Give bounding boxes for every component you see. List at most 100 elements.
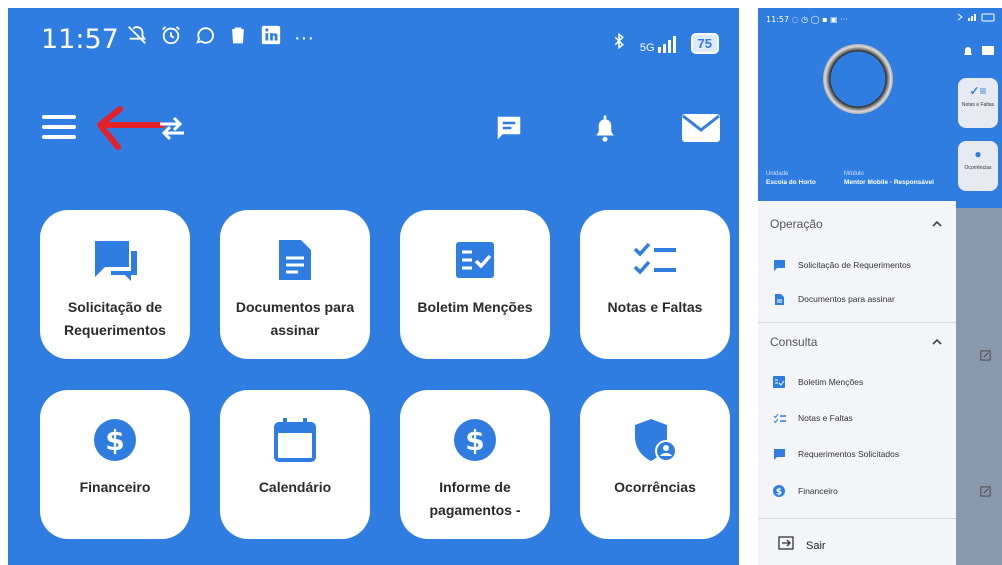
menu-item-documentos-assinar[interactable]: Documentos para assinar [758, 287, 956, 311]
card-label: Ocorrências [614, 479, 696, 495]
card-notas-faltas[interactable]: Notas e Faltas [580, 210, 730, 359]
menu-icon[interactable] [42, 111, 82, 143]
card-financeiro[interactable]: $ Financeiro [40, 390, 190, 539]
more-notifications-icon: ··· [294, 26, 314, 49]
edit-icon [980, 350, 991, 364]
logout-button[interactable]: Sair [778, 536, 826, 555]
chevron-up-icon [932, 337, 942, 348]
menu-item-solicitacao-requerimentos[interactable]: Solicitação de Requerimentos [758, 253, 956, 277]
dollar-circle-icon: $ [772, 484, 786, 498]
svg-text:$: $ [776, 488, 782, 498]
drawer-screenshot: ✓≡ Notas e Faltas ● Ocorrências 11:57 ◌ … [758, 8, 1002, 565]
card-calendario[interactable]: Calendário [220, 390, 370, 539]
card-label: Boletim Menções [417, 299, 533, 315]
menu-item-notas-faltas[interactable]: Notas e Faltas [758, 406, 956, 430]
svg-text:$: $ [105, 424, 124, 457]
status-bar: 11:57 ··· 5G 75 [8, 8, 739, 78]
card-informe-pagamentos[interactable]: $ Informe de pagamentos - [400, 390, 550, 539]
module-value: Mentor Mobile - Responsável [844, 179, 934, 186]
drawer-header: 11:57 ◌ ◷ ◯ ▪ ▣ ··· Unidade Escola do Ho… [758, 8, 956, 201]
divider [758, 322, 956, 323]
logout-label: Sair [806, 539, 826, 552]
menu-item-label: Notas e Faltas [798, 413, 853, 423]
background-body [956, 208, 1002, 565]
background-toolbar-icons [964, 46, 994, 55]
unit-info: Unidade Escola do Horto [766, 171, 816, 186]
notification-off-icon [126, 24, 148, 52]
chat-icon [91, 238, 139, 282]
bulletin-check-icon [454, 238, 496, 282]
navigation-drawer: 11:57 ◌ ◷ ◯ ▪ ▣ ··· Unidade Escola do Ho… [758, 8, 956, 565]
whatsapp-icon [194, 24, 216, 52]
drawer-status-bar: 11:57 ◌ ◷ ◯ ▪ ▣ ··· [766, 15, 848, 24]
linkedin-icon [260, 24, 282, 52]
menu-item-requerimentos-solicitados[interactable]: Requerimentos Solicitados [758, 442, 956, 466]
module-info: Módulo Mentor Mobile - Responsável [844, 171, 934, 186]
switch-account-icon[interactable] [156, 115, 188, 141]
checklist-icon [632, 238, 678, 282]
card-label: Financeiro [79, 479, 151, 495]
document-icon [772, 292, 786, 306]
module-label: Módulo [844, 171, 864, 177]
card-label: Solicitação de Requerimentos [64, 299, 166, 338]
menu-item-label: Documentos para assinar [798, 294, 895, 304]
svg-text:$: $ [465, 424, 484, 457]
logout-icon [778, 536, 794, 555]
notifications-bell-icon[interactable] [585, 109, 625, 147]
card-ocorrencias[interactable]: Ocorrências [580, 390, 730, 539]
unit-label: Unidade [766, 171, 789, 177]
menu-item-boletim-mencoes[interactable]: Boletim Menções [758, 370, 956, 394]
chevron-up-icon [932, 219, 942, 230]
section-title: Consulta [770, 335, 818, 349]
messages-icon[interactable] [489, 109, 529, 147]
card-solicitacao-requerimentos[interactable]: Solicitação de Requerimentos [40, 210, 190, 359]
checklist-icon: ✓≡ [969, 84, 987, 98]
drawer-status-time: 11:57 [766, 15, 790, 24]
background-card-ocorrencias: ● Ocorrências [958, 141, 998, 191]
mail-icon[interactable] [681, 109, 721, 147]
section-title: Operação [770, 217, 823, 231]
calendar-icon [273, 418, 317, 462]
menu-item-label: Requerimentos Solicitados [798, 449, 900, 459]
card-label: Notas e Faltas [607, 299, 703, 315]
status-time: 11:57 [41, 24, 119, 55]
card-boletim-mencoes[interactable]: Boletim Menções [400, 210, 550, 359]
battery-indicator: 75 [690, 33, 719, 54]
section-operacao[interactable]: Operação [758, 209, 956, 239]
network-type: 5G [639, 41, 655, 54]
drawer-status-icons: ◌ ◷ ◯ ▪ ▣ [791, 15, 841, 24]
background-app: ✓≡ Notas e Faltas ● Ocorrências [956, 8, 1002, 565]
card-label: Calendário [258, 479, 332, 495]
document-icon [277, 238, 313, 282]
checklist-icon [772, 411, 786, 425]
section-consulta[interactable]: Consulta [758, 327, 956, 357]
drawer-status-more: ··· [840, 15, 848, 24]
dollar-circle-icon: $ [93, 418, 137, 462]
edit-icon [980, 486, 991, 500]
menu-item-label: Financeiro [798, 486, 838, 496]
dollar-circle-icon: $ [453, 418, 497, 462]
chat-icon [772, 447, 786, 461]
chat-icon [772, 258, 786, 272]
card-label: Documentos para assinar [235, 299, 355, 338]
avatar[interactable] [823, 44, 893, 114]
trash-icon [228, 24, 248, 52]
app-toolbar [8, 103, 739, 163]
menu-item-label: Boletim Menções [798, 377, 864, 387]
background-card-label: Ocorrências [964, 165, 992, 171]
bulletin-check-icon [772, 375, 786, 389]
signal-icon: 5G [640, 35, 679, 53]
background-card-label: Notas e Faltas [961, 102, 995, 108]
background-card-notas: ✓≡ Notas e Faltas [958, 78, 998, 128]
bluetooth-icon [610, 30, 628, 57]
background-status-icons [956, 12, 996, 24]
alarm-icon [160, 24, 182, 52]
unit-value: Escola do Horto [766, 179, 816, 186]
card-label: Informe de pagamentos - [429, 479, 521, 518]
card-documentos-assinar[interactable]: Documentos para assinar [220, 210, 370, 359]
divider [758, 518, 956, 519]
shield-user-icon [633, 418, 677, 462]
menu-item-financeiro[interactable]: $ Financeiro [758, 479, 956, 503]
shield-user-icon: ● [974, 147, 982, 161]
menu-item-label: Solicitação de Requerimentos [798, 260, 911, 270]
